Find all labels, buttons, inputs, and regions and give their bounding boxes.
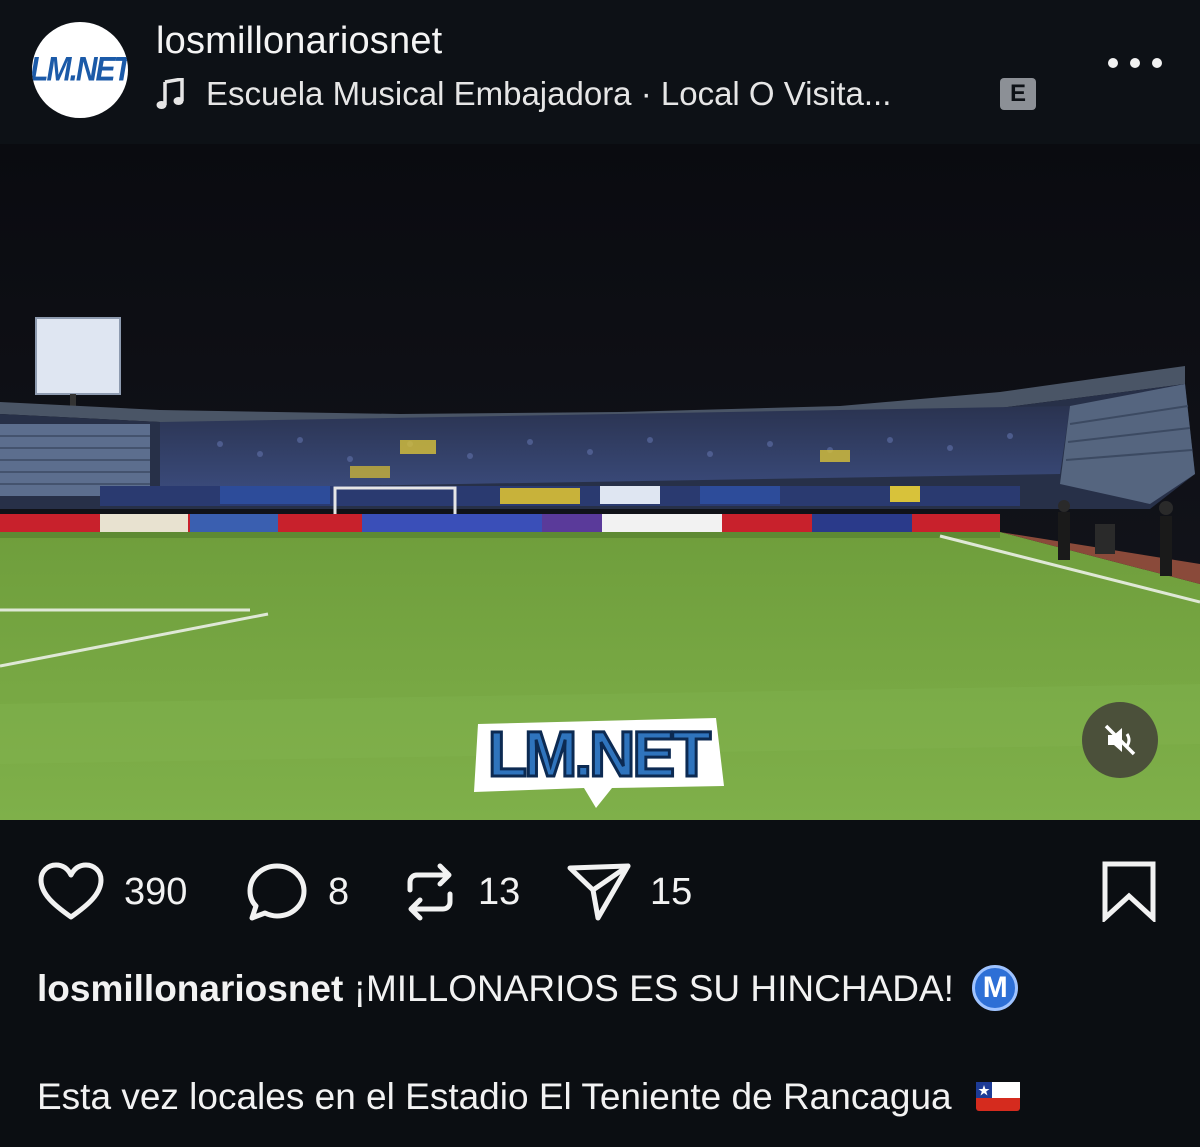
avatar-logo-text: LM.NET (32, 50, 128, 89)
music-note-icon (156, 77, 186, 111)
like-count: 390 (124, 870, 188, 913)
share-button[interactable]: 15 (566, 860, 692, 924)
lmnet-watermark-logo: LM.NET (466, 696, 730, 814)
explicit-badge: E (1000, 78, 1036, 110)
post-header: LM.NET losmillonariosnet Escuela Musical… (0, 0, 1200, 144)
music-title: Escuela Musical Embajadora · Local O Vis… (206, 75, 892, 112)
post-username[interactable]: losmillonariosnet (156, 20, 442, 63)
svg-text:LM.NET: LM.NET (488, 718, 711, 790)
comment-count: 8 (328, 870, 350, 913)
millonarios-m-badge: M (972, 965, 1019, 1012)
caption-location-text: Esta vez locales en el Estadio El Tenien… (37, 1076, 952, 1117)
caption-text: ¡MILLONARIOS ES SU HINCHADA! (353, 968, 954, 1009)
repost-arrows-icon (407, 863, 453, 921)
more-dot-icon (1108, 58, 1118, 68)
more-dot-icon (1130, 58, 1140, 68)
comment-button[interactable]: 8 (244, 860, 349, 924)
like-button[interactable]: 390 (36, 860, 187, 924)
post-action-bar: 390 8 13 15 (0, 820, 1200, 960)
more-options-button[interactable] (1108, 48, 1162, 78)
more-dot-icon (1152, 58, 1162, 68)
speaker-muted-icon (1104, 724, 1136, 756)
save-bookmark-button[interactable] (1100, 860, 1158, 924)
heart-icon (38, 862, 104, 920)
music-attribution[interactable]: Escuela Musical Embajadora · Local O Vis… (156, 74, 891, 114)
chile-flag-icon (975, 1079, 1020, 1112)
post-media-video[interactable]: LM.NET (0, 144, 1200, 820)
comment-bubble-icon (247, 863, 307, 921)
caption-second-line: Esta vez locales en el Estadio El Tenien… (37, 1074, 1020, 1120)
caption-username[interactable]: losmillonariosnet (37, 968, 343, 1009)
mute-toggle-button[interactable] (1082, 702, 1158, 778)
profile-avatar[interactable]: LM.NET (32, 22, 128, 118)
bookmark-icon (1102, 861, 1156, 924)
send-paper-plane-icon (567, 863, 631, 921)
repost-button[interactable]: 13 (400, 860, 520, 924)
share-count: 15 (650, 870, 693, 913)
repost-count: 13 (478, 870, 521, 913)
post-caption: losmillonariosnet ¡MILLONARIOS ES SU HIN… (37, 965, 1177, 1014)
